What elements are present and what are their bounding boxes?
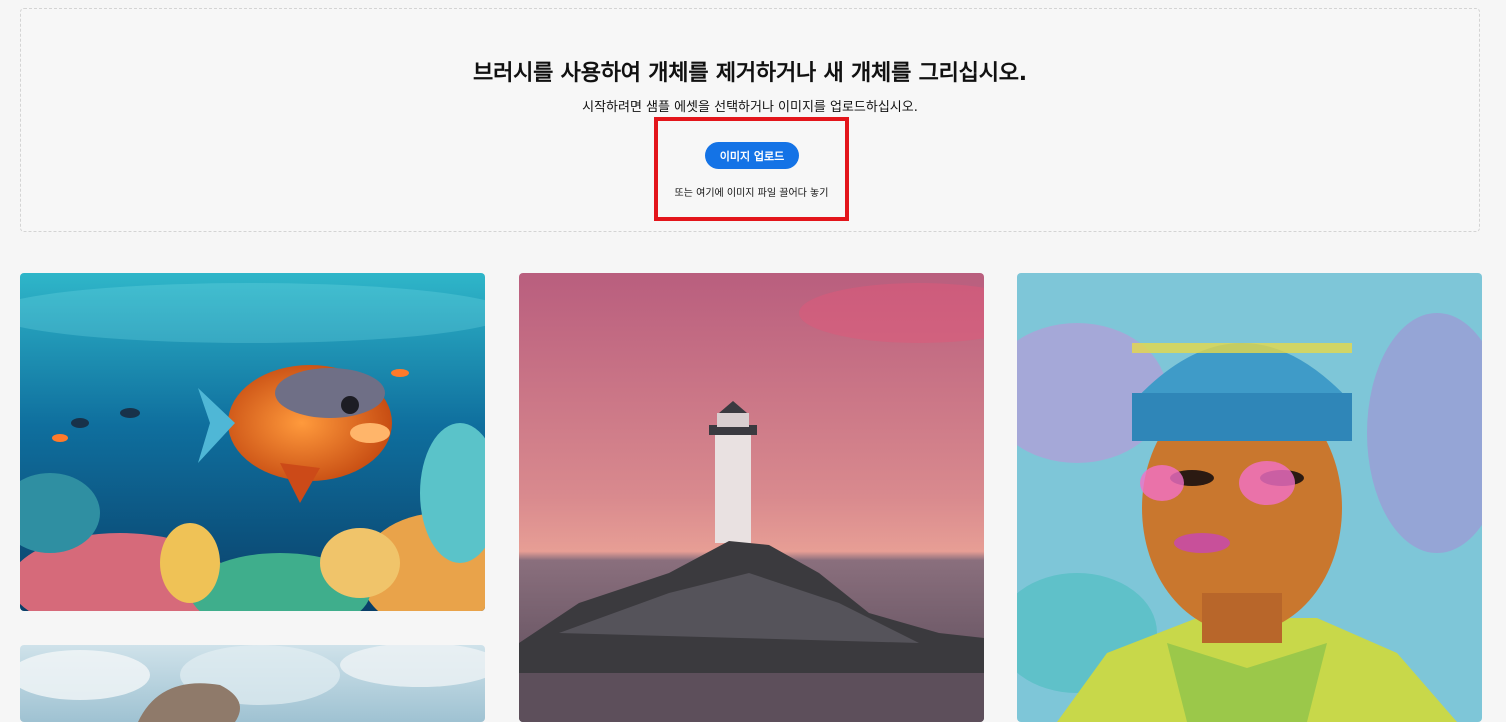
upload-dropzone[interactable]: 브러시를 사용하여 개체를 제거하거나 새 개체를 그리십시오. 시작하려면 샘… (20, 8, 1480, 232)
highlight-box (654, 117, 849, 221)
sample-card-sky-landscape[interactable] (20, 645, 485, 722)
sample-card-portrait-beanie[interactable] (1017, 273, 1482, 722)
page-subtitle: 시작하려면 샘플 에셋을 선택하거나 이미지를 업로드하십시오. (582, 100, 918, 115)
sample-image-portrait-beanie (1017, 273, 1482, 722)
sample-image-lighthouse-sunset (519, 273, 984, 722)
drop-hint-text: 또는 여기에 이미지 파일 끌어다 놓기 (674, 188, 829, 199)
sample-card-lighthouse-sunset[interactable] (519, 273, 984, 722)
sample-card-underwater-fish[interactable] (20, 273, 485, 611)
sample-image-underwater-fish (20, 273, 485, 611)
upload-image-button[interactable]: 이미지 업로드 (705, 142, 799, 169)
sample-image-sky-landscape (20, 645, 485, 722)
page-title: 브러시를 사용하여 개체를 제거하거나 새 개체를 그리십시오. (473, 61, 1027, 86)
